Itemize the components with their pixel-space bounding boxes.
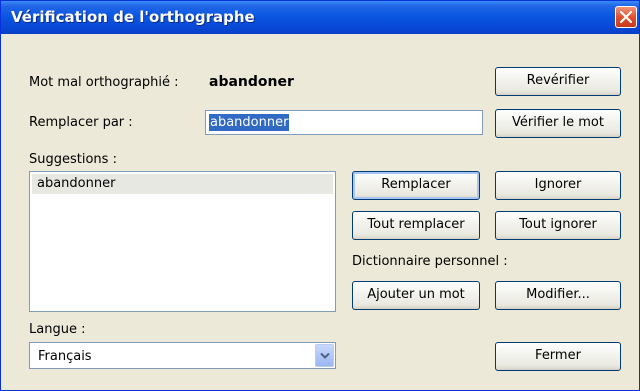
language-value: Français	[38, 349, 92, 364]
add-word-button[interactable]: Ajouter un mot	[352, 281, 480, 310]
recheck-button[interactable]: Revérifier	[495, 67, 621, 96]
ignore-all-button[interactable]: Tout ignorer	[495, 211, 621, 240]
chevron-down-icon	[320, 352, 330, 359]
replace-all-button[interactable]: Tout remplacer	[352, 211, 480, 240]
language-label: Langue :	[29, 322, 86, 337]
replace-input[interactable]: abandonner	[205, 110, 483, 135]
suggestions-label: Suggestions :	[29, 152, 117, 167]
replace-with-label: Remplacer par :	[29, 115, 133, 130]
modify-button[interactable]: Modifier...	[495, 281, 621, 310]
misspelled-label: Mot mal orthographié :	[29, 75, 179, 90]
close-icon	[620, 11, 632, 23]
language-select[interactable]: Français	[29, 342, 336, 369]
language-dropdown-button[interactable]	[315, 344, 334, 367]
title-bar[interactable]: Vérification de l'orthographe	[1, 1, 639, 34]
check-word-button[interactable]: Vérifier le mot	[495, 109, 621, 138]
ignore-button[interactable]: Ignorer	[495, 171, 621, 200]
replace-input-value: abandonner	[209, 114, 290, 131]
close-dialog-button[interactable]: Fermer	[495, 342, 621, 371]
suggestions-listbox[interactable]: abandonner	[29, 171, 336, 312]
list-item[interactable]: abandonner	[32, 174, 333, 194]
personal-dictionary-label: Dictionnaire personnel :	[352, 254, 508, 269]
misspelled-word: abandoner	[209, 74, 294, 90]
close-button[interactable]	[615, 6, 637, 28]
spellcheck-dialog: Vérification de l'orthographe Mot mal or…	[0, 0, 640, 391]
window-title: Vérification de l'orthographe	[11, 8, 255, 26]
replace-button[interactable]: Remplacer	[352, 171, 480, 200]
